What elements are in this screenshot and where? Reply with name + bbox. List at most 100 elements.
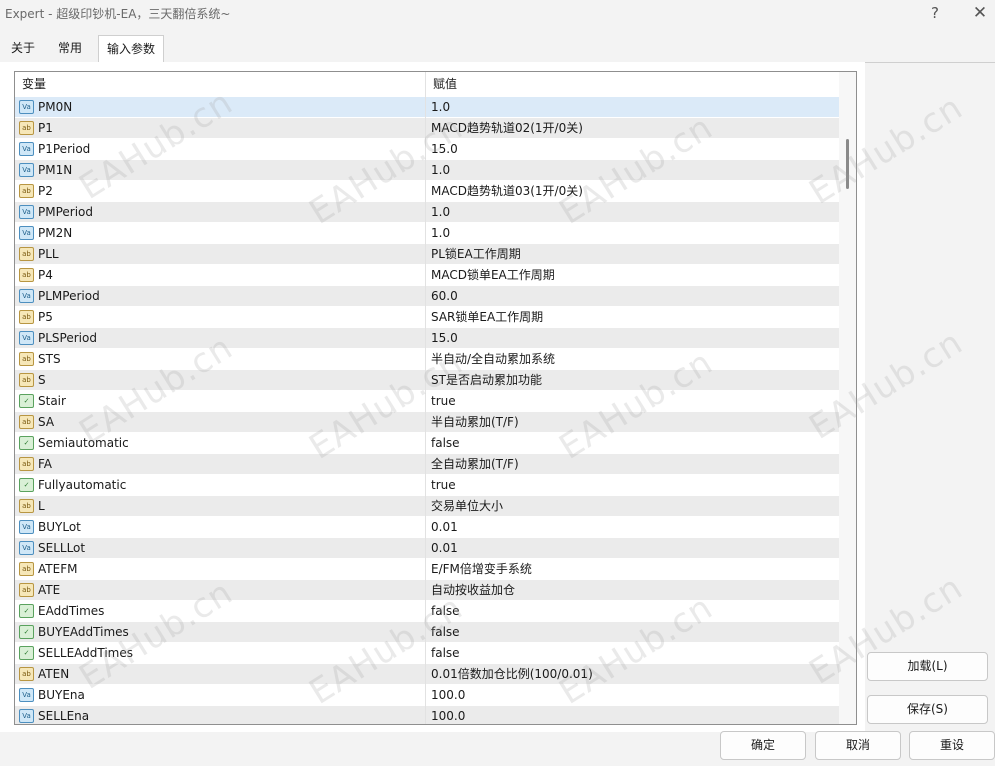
parameter-value[interactable]: E/FM倍增变手系统 — [431, 559, 532, 580]
parameter-value[interactable]: MACD锁单EA工作周期 — [431, 265, 555, 286]
parameter-value[interactable]: SAR锁单EA工作周期 — [431, 307, 543, 328]
parameter-row[interactable]: Va SELLLot 0.01 — [15, 538, 839, 559]
column-separator — [425, 328, 426, 349]
load-button[interactable]: 加载(L) — [867, 652, 988, 681]
parameter-row[interactable]: ✓ Semiautomatic false — [15, 433, 839, 454]
string-type-icon: ab — [19, 247, 34, 261]
parameter-value[interactable]: 100.0 — [431, 706, 465, 724]
parameter-row[interactable]: ab ATEN 0.01倍数加仓比例(100/0.01) — [15, 664, 839, 685]
save-button[interactable]: 保存(S) — [867, 695, 988, 724]
parameter-value[interactable]: 15.0 — [431, 328, 458, 349]
parameter-row[interactable]: ✓ Fullyautomatic true — [15, 475, 839, 496]
parameter-name: ATE — [38, 583, 61, 597]
column-separator — [425, 433, 426, 454]
parameter-row[interactable]: Va SELLEna 100.0 — [15, 706, 839, 724]
close-button[interactable]: ✕ — [967, 2, 993, 24]
parameter-row[interactable]: ✓ BUYEAddTimes false — [15, 622, 839, 643]
parameter-value[interactable]: false — [431, 601, 460, 622]
parameter-row[interactable]: ab STS 半自动/全自动累加系统 — [15, 349, 839, 370]
parameter-value[interactable]: ST是否启动累加功能 — [431, 370, 542, 391]
parameter-row[interactable]: ab P2 MACD趋势轨道03(1开/0关) — [15, 181, 839, 202]
parameter-row[interactable]: Va PM0N 1.0 — [15, 97, 839, 118]
parameter-row[interactable]: Va BUYLot 0.01 — [15, 517, 839, 538]
tab-common[interactable]: 常用 — [50, 36, 90, 62]
parameter-row[interactable]: ab P4 MACD锁单EA工作周期 — [15, 265, 839, 286]
ok-button[interactable]: 确定 — [720, 731, 806, 760]
column-separator — [425, 244, 426, 265]
string-type-icon: ab — [19, 583, 34, 597]
grid-rows: Va PM0N 1.0 ab P1 MACD趋势轨道02(1开/0关) Va P1Period… — [15, 97, 839, 724]
parameter-value[interactable]: 0.01 — [431, 538, 458, 559]
parameter-value[interactable]: false — [431, 643, 460, 664]
string-type-icon: ab — [19, 457, 34, 471]
help-button[interactable]: ? — [922, 2, 948, 24]
parameter-value[interactable]: true — [431, 391, 456, 412]
string-type-icon: ab — [19, 667, 34, 681]
parameter-value[interactable]: 0.01 — [431, 517, 458, 538]
parameter-value[interactable]: 1.0 — [431, 97, 450, 118]
numeric-type-icon: Va — [19, 100, 34, 114]
parameter-name: BUYEAddTimes — [38, 625, 129, 639]
parameter-row[interactable]: Va BUYEna 100.0 — [15, 685, 839, 706]
column-separator — [425, 664, 426, 685]
parameter-row[interactable]: Va PLSPeriod 15.0 — [15, 328, 839, 349]
parameter-row[interactable]: ab P1 MACD趋势轨道02(1开/0关) — [15, 118, 839, 139]
string-type-icon: ab — [19, 184, 34, 198]
parameter-value[interactable]: true — [431, 475, 456, 496]
parameter-value[interactable]: false — [431, 622, 460, 643]
parameter-value[interactable]: 60.0 — [431, 286, 458, 307]
boolean-type-icon: ✓ — [19, 436, 34, 450]
parameters-grid: 变量 赋值 Va PM0N 1.0 ab P1 MACD趋势轨道02(1开/0关) Va P1… — [14, 71, 857, 725]
scrollbar-thumb[interactable] — [846, 139, 849, 189]
parameter-row[interactable]: Va PLMPeriod 60.0 — [15, 286, 839, 307]
parameter-value[interactable]: 全自动累加(T/F) — [431, 454, 519, 475]
parameter-value[interactable]: 半自动/全自动累加系统 — [431, 349, 555, 370]
numeric-type-icon: Va — [19, 163, 34, 177]
parameter-row[interactable]: ab PLL PL锁EA工作周期 — [15, 244, 839, 265]
cancel-button[interactable]: 取消 — [815, 731, 901, 760]
parameter-row[interactable]: ab P5 SAR锁单EA工作周期 — [15, 307, 839, 328]
parameter-row[interactable]: Va PMPeriod 1.0 — [15, 202, 839, 223]
parameter-value[interactable]: 1.0 — [431, 202, 450, 223]
parameter-value[interactable]: 1.0 — [431, 223, 450, 244]
parameter-value[interactable]: MACD趋势轨道03(1开/0关) — [431, 181, 583, 202]
parameter-row[interactable]: ✓ SELLEAddTimes false — [15, 643, 839, 664]
reset-button[interactable]: 重设 — [909, 731, 995, 760]
parameter-value[interactable]: 交易单位大小 — [431, 496, 503, 517]
parameter-row[interactable]: ✓ EAddTimes false — [15, 601, 839, 622]
parameter-row[interactable]: ab FA 全自动累加(T/F) — [15, 454, 839, 475]
tab-inputs[interactable]: 输入参数 — [98, 35, 165, 62]
parameter-value[interactable]: 0.01倍数加仓比例(100/0.01) — [431, 664, 593, 685]
parameter-value[interactable]: false — [431, 433, 460, 454]
parameter-value[interactable]: PL锁EA工作周期 — [431, 244, 521, 265]
string-type-icon: ab — [19, 499, 34, 513]
parameter-value[interactable]: 1.0 — [431, 160, 450, 181]
parameter-value[interactable]: 100.0 — [431, 685, 465, 706]
tab-about[interactable]: 关于 — [3, 36, 43, 62]
parameter-name: PM2N — [38, 226, 73, 240]
parameter-row[interactable]: Va PM1N 1.0 — [15, 160, 839, 181]
parameter-name: P4 — [38, 268, 53, 282]
column-separator — [425, 349, 426, 370]
parameter-row[interactable]: ab ATE 自动按收益加仓 — [15, 580, 839, 601]
vertical-scrollbar[interactable] — [839, 72, 856, 724]
parameter-value[interactable]: 15.0 — [431, 139, 458, 160]
parameter-row[interactable]: ab ATEFM E/FM倍增变手系统 — [15, 559, 839, 580]
parameter-row[interactable]: Va P1Period 15.0 — [15, 139, 839, 160]
numeric-type-icon: Va — [19, 289, 34, 303]
parameter-name: P5 — [38, 310, 53, 324]
column-header-variable[interactable]: 变量 — [15, 72, 425, 97]
parameter-row[interactable]: ab SA 半自动累加(T/F) — [15, 412, 839, 433]
column-header-value[interactable]: 赋值 — [425, 72, 839, 97]
parameter-value[interactable]: 自动按收益加仓 — [431, 580, 515, 601]
parameter-value[interactable]: MACD趋势轨道02(1开/0关) — [431, 118, 583, 139]
parameter-name: PM0N — [38, 100, 73, 114]
parameter-row[interactable]: ab L 交易单位大小 — [15, 496, 839, 517]
parameter-name: Fullyautomatic — [38, 478, 127, 492]
numeric-type-icon: Va — [19, 331, 34, 345]
parameter-row[interactable]: Va PM2N 1.0 — [15, 223, 839, 244]
parameter-row[interactable]: ab S ST是否启动累加功能 — [15, 370, 839, 391]
column-separator — [425, 622, 426, 643]
parameter-row[interactable]: ✓ Stair true — [15, 391, 839, 412]
parameter-value[interactable]: 半自动累加(T/F) — [431, 412, 519, 433]
